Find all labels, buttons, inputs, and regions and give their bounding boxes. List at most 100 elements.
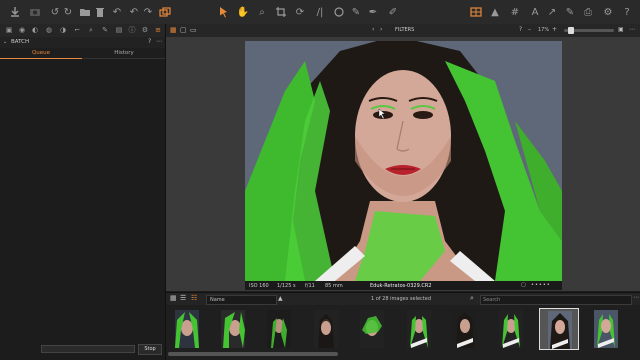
sort-dropdown[interactable]: Name [206,295,277,305]
thumbnail[interactable] [586,308,626,350]
arrow-icon[interactable]: ↗ [545,5,559,19]
print-icon[interactable]: ⎙ [581,5,595,19]
stop-button[interactable]: Stop [138,344,162,355]
browser-toolbar: ▦ ☰ ☷ Name ▲ 1 of 28 images selected ⌕ S… [166,292,640,306]
sort-label: Name [210,297,225,303]
filmstrip-icon[interactable]: ☷ [191,294,197,302]
single-view-icon[interactable]: ▢ [180,26,187,34]
thumbnail[interactable] [491,308,531,350]
thumbnail[interactable] [399,308,439,350]
trash-icon[interactable] [93,5,107,19]
thumbnail-selected[interactable] [539,308,579,350]
zoom-level: 17% [538,27,550,33]
compare-view-icon[interactable]: ▭ [190,26,197,34]
sort-direction-icon[interactable]: ▲ [278,295,283,302]
zoom-out-icon[interactable]: – [528,26,531,33]
file-name: Eduk-Retratos-0329.CR2 [370,282,432,289]
grid-icon[interactable]: # [508,5,522,19]
shutter-value: 1/125 s [277,282,296,289]
search-placeholder: Search [483,297,501,303]
layout-icon[interactable] [469,5,483,19]
settings-gear-icon[interactable]: ⚙ [601,5,615,19]
warning-icon[interactable]: ▲ [488,5,502,19]
exposure-tab-icon[interactable]: ◑ [58,25,68,35]
rating-stars[interactable]: ••••• [531,282,551,288]
lens-tab-icon[interactable]: ◐ [30,25,40,35]
thumbnail[interactable] [167,308,207,350]
circle-mask-icon[interactable] [332,5,346,19]
capture-tab-icon[interactable]: ◉ [17,25,27,35]
viewer-help-icon[interactable]: ? [519,26,522,33]
crop-icon[interactable] [274,5,288,19]
iso-value: ISO 160 [249,282,269,289]
library-tab-icon[interactable]: ▣ [4,25,14,35]
selection-count: 1 of 28 images selected [371,296,432,302]
tab-history[interactable]: History [83,48,165,58]
main-toolbar: ↺ ↻ ↶ ↶ ↷ ✋ ⌕ ⟳ /| ✎ ✒ ✐ ▲ # A ↗ ✎ ⎙ ⚙ ? [0,0,640,25]
eyedropper-icon[interactable]: ✐ [386,5,400,19]
aperture-value: f/11 [305,282,315,289]
search-input[interactable]: Search [480,295,632,305]
viewer-menu-icon[interactable]: ⋯ [629,26,635,33]
copy-apply-icon[interactable] [158,5,172,19]
grid-view-icon[interactable]: ▦ [170,26,177,34]
edit-icon[interactable]: ✎ [563,5,577,19]
help-icon[interactable]: ? [620,5,634,19]
color-tab-icon[interactable]: ◍ [44,25,54,35]
pen-mask-icon[interactable]: ✒ [366,5,380,19]
batch-tabs: Queue History [0,48,165,59]
batch-progress-bar [41,345,135,353]
filmstrip-scrollbar[interactable] [168,352,338,356]
rotate-tool-icon[interactable]: ⟳ [293,5,307,19]
text-icon[interactable]: A [528,5,542,19]
undo-history-icon[interactable]: ↶ [110,5,124,19]
left-sidebar [0,24,166,360]
tab-queue[interactable]: Queue [0,48,82,59]
rotate-left-icon[interactable]: ↺ [48,5,62,19]
output-tab-icon[interactable]: ⚙ [140,25,150,35]
thumbnail[interactable] [259,308,299,350]
fit-icon[interactable]: ▣ [618,26,624,33]
batch-title: BATCH [11,39,30,45]
zoom-icon[interactable]: ⌕ [255,5,269,19]
zoom-slider[interactable] [564,27,614,34]
next-arrow-icon[interactable]: › [380,26,382,33]
zoom-slider-handle[interactable] [568,27,574,34]
thumbnail[interactable] [213,308,253,350]
thumbnail[interactable] [445,308,485,350]
crop-tab-icon[interactable]: ⌐ [72,25,82,35]
thumbnail[interactable] [306,308,346,350]
undo-icon[interactable]: ↶ [127,5,141,19]
import-icon[interactable] [8,5,22,19]
grid-thumbs-icon[interactable]: ▦ [170,294,177,302]
brush-icon[interactable]: ✎ [349,5,363,19]
thumbnail[interactable] [352,308,392,350]
pan-hand-icon[interactable]: ✋ [236,5,250,19]
batch-tab-icon[interactable]: ≡ [153,25,163,35]
search-icon: ⌕ [470,294,474,302]
prev-arrow-icon[interactable]: ‹ [372,26,374,33]
camera-icon[interactable] [28,5,42,19]
details-tab-icon[interactable]: ⌕ [86,25,96,35]
tool-tabs-bar: ▣ ◉ ◐ ◍ ◑ ⌐ ⌕ ✎ ▤ ⓘ ⚙ ≡ [0,24,165,38]
zoom-in-icon[interactable]: + [552,26,557,33]
local-adjust-tab-icon[interactable]: ✎ [100,25,110,35]
filters-title: FILTERS [395,27,415,33]
focal-length-value: 85 mm [325,282,343,289]
batch-help-icon[interactable]: ? [148,38,151,45]
info-tab-icon[interactable]: ⓘ [127,25,137,35]
collapse-chevron-icon[interactable]: ⌄ [3,39,7,45]
metadata-tab-icon[interactable]: ▤ [114,25,124,35]
viewer-toolbar: ▦ ▢ ▭ ‹ › FILTERS ? – 17% + ▣ ⋯ [166,24,640,38]
redo-icon[interactable]: ↷ [141,5,155,19]
rotate-right-icon[interactable]: ↻ [61,5,75,19]
color-tag-icon[interactable]: ▢ [521,282,526,288]
keystone-icon[interactable]: /| [313,5,327,19]
select-cursor-icon[interactable] [217,5,231,19]
folder-icon[interactable] [78,5,92,19]
batch-menu-icon[interactable]: ⋯ [156,38,162,45]
main-photo[interactable] [245,41,562,281]
list-thumbs-icon[interactable]: ☰ [180,294,186,302]
photo-info-bar: ISO 160 1/125 s f/11 85 mm Eduk-Retratos… [245,281,562,290]
browser-menu-icon[interactable]: ⋯ [633,294,639,301]
